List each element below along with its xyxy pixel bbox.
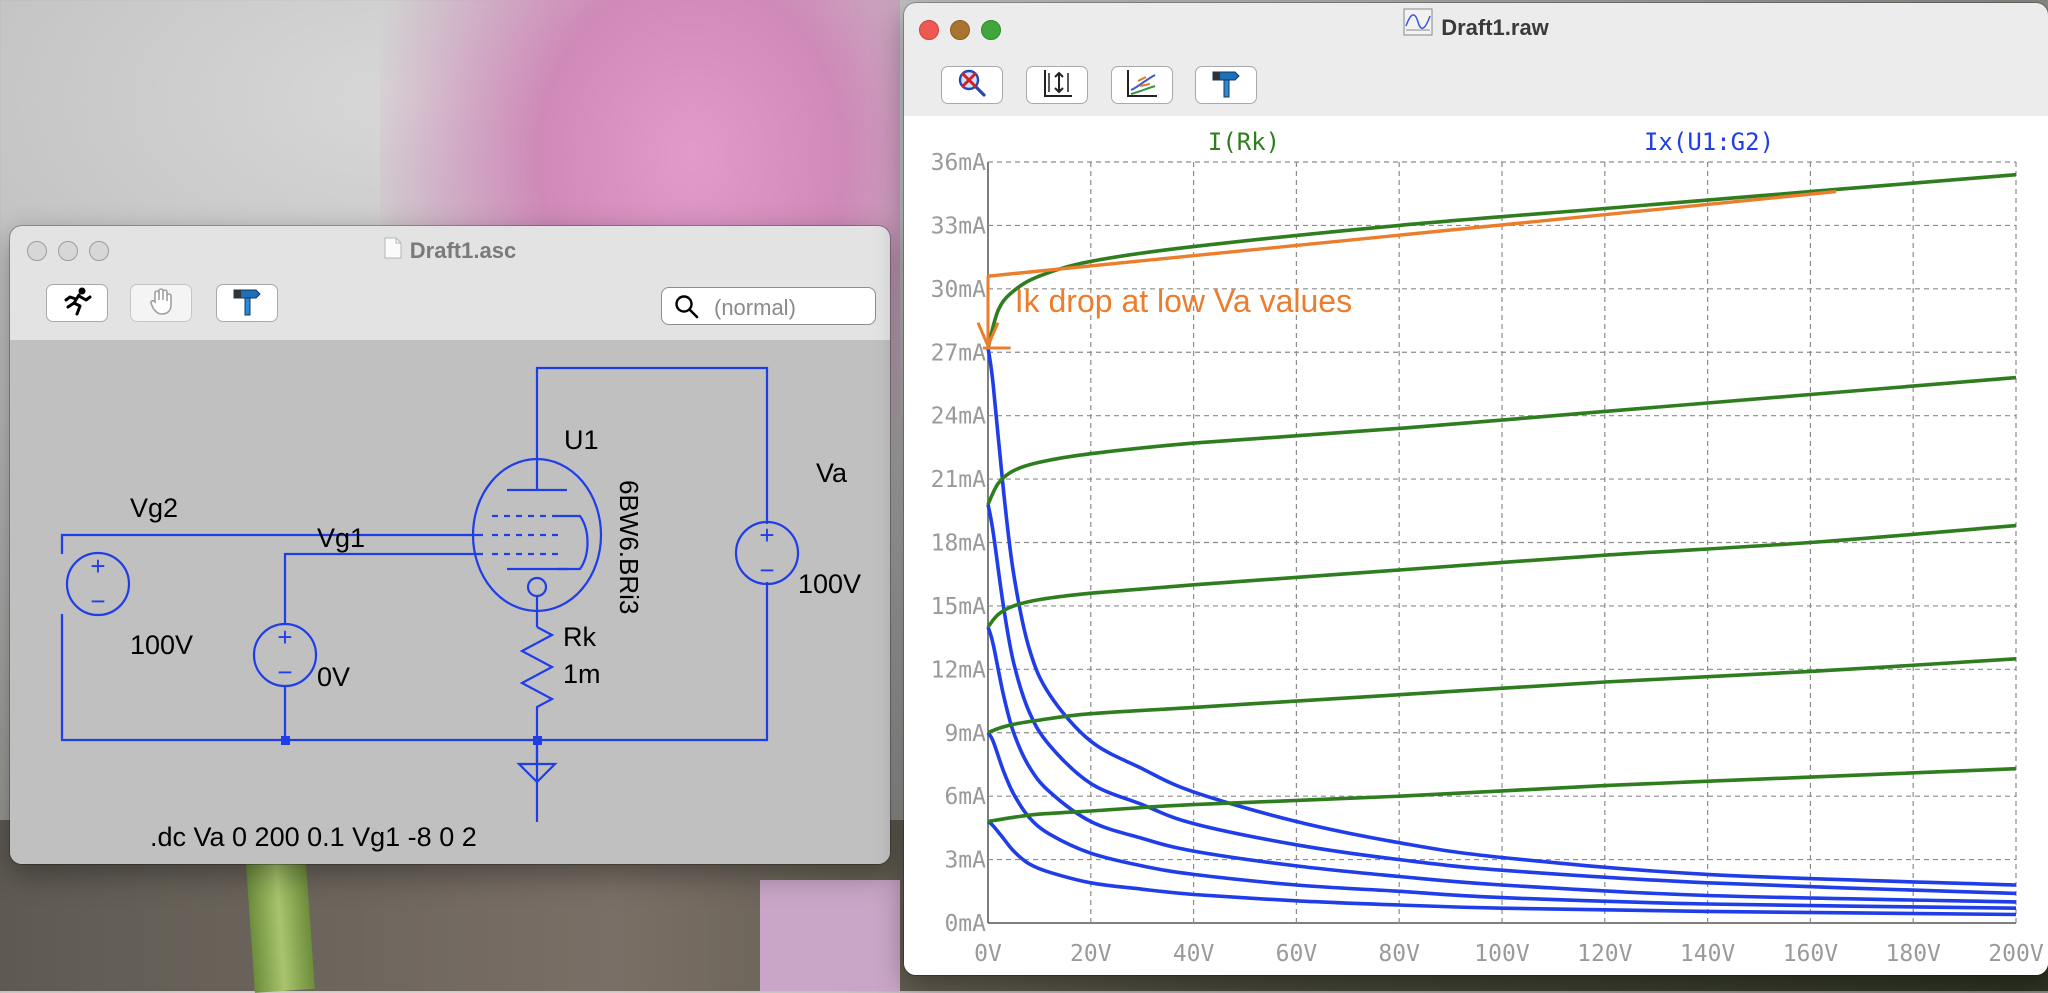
- minus-sign: −: [90, 586, 105, 616]
- y-tick-label: 15mA: [931, 594, 987, 620]
- x-tick-label: 180V: [1886, 941, 1942, 967]
- y-tick-label: 0mA: [944, 911, 986, 937]
- minus-sign: −: [277, 657, 292, 687]
- y-tick-label: 6mA: [944, 784, 986, 810]
- pick-trace-button[interactable]: [1111, 66, 1173, 104]
- x-tick-label: 140V: [1680, 941, 1736, 967]
- plus-sign: +: [277, 622, 292, 652]
- pick-trace-icon: [1124, 67, 1160, 104]
- run-icon: [60, 286, 94, 321]
- trace-label-ig2[interactable]: Ix(U1:G2): [1644, 128, 1774, 156]
- source-va[interactable]: + −: [734, 520, 800, 586]
- schematic-window-title: Draft1.asc: [409, 238, 517, 263]
- background-pink-patch: [760, 880, 900, 991]
- search-field[interactable]: (normal): [661, 287, 876, 325]
- x-tick-label: 40V: [1173, 941, 1215, 967]
- y-tick-label: 18mA: [931, 531, 987, 557]
- junction-dot: [533, 736, 542, 745]
- hammer-icon: [230, 285, 264, 322]
- annotation-trend-line: [987, 189, 1837, 278]
- wire-vg1-grid: [283, 552, 477, 625]
- vg1-value-label: 0V: [317, 662, 350, 692]
- zoom-cancel-button[interactable]: [941, 66, 1003, 104]
- minus-sign: −: [759, 555, 774, 585]
- y-tick-label: 21mA: [931, 467, 987, 493]
- settings-hammer-button[interactable]: [216, 284, 278, 322]
- plot-area[interactable]: 0V 20V 40V 60V 80V 100V 120V 140V 160V 180V 200V 0m…: [904, 116, 2048, 975]
- u1-model-label: 6BW6.BRi3: [614, 480, 644, 614]
- x-tick-label: 160V: [1783, 941, 1839, 967]
- hammer-icon: [1209, 67, 1243, 104]
- x-tick-label: 80V: [1378, 941, 1420, 967]
- waveform-chart[interactable]: 0V 20V 40V 60V 80V 100V 120V 140V 160V 180V 200V 0m…: [904, 116, 2048, 975]
- y-tick-label: 30mA: [931, 277, 987, 303]
- va-ref-label: Va: [816, 458, 848, 488]
- x-tick-label: 60V: [1276, 941, 1318, 967]
- vg2-value-label: 100V: [130, 630, 193, 660]
- pan-button[interactable]: [130, 284, 192, 322]
- y-tick-label: 24mA: [931, 404, 987, 430]
- y-tick-label: 33mA: [931, 213, 987, 239]
- autorange-button[interactable]: [1026, 66, 1088, 104]
- junction-dot: [281, 736, 290, 745]
- rk-ref-label: Rk: [563, 622, 596, 652]
- x-tick-label: 200V: [1988, 941, 2044, 967]
- waveform-window-title: Draft1.raw: [1441, 15, 1549, 40]
- source-vg2[interactable]: + −: [62, 551, 131, 617]
- y-tick-label: 3mA: [944, 848, 986, 874]
- vg2-ref-label: Vg2: [130, 493, 178, 523]
- y-tick-label: 12mA: [931, 657, 987, 683]
- u1-ref-label: U1: [564, 425, 599, 455]
- run-button[interactable]: [46, 284, 108, 322]
- trace-label-ik[interactable]: I(Rk): [1208, 128, 1280, 156]
- schematic-window: Draft1.asc (normal) + − + − + − U1 6BW6.…: [10, 226, 890, 864]
- y-tick-label: 36mA: [931, 150, 987, 176]
- vg1-ref-label: Vg1: [317, 523, 365, 553]
- waveform-file-icon: [1403, 4, 1433, 54]
- rk-value-label: 1m: [563, 659, 601, 689]
- vacuum-tube-u1[interactable]: [471, 457, 603, 613]
- wire-vg2-screen: [60, 533, 477, 554]
- schematic-canvas[interactable]: + − + − + − U1 6BW6.BRi3 Va 100V Vg2 100…: [10, 340, 890, 864]
- va-value-label: 100V: [798, 569, 861, 599]
- waveform-titlebar[interactable]: Draft1.raw: [904, 3, 2048, 53]
- x-tick-label: 120V: [1577, 941, 1633, 967]
- autorange-icon: [1039, 67, 1075, 104]
- x-tick-label: 20V: [1070, 941, 1112, 967]
- document-icon: [384, 227, 402, 277]
- y-tick-label: 9mA: [944, 721, 986, 747]
- background-stem: [245, 848, 315, 993]
- settings-hammer-button[interactable]: [1195, 66, 1257, 104]
- zoom-cancel-icon: [954, 67, 990, 104]
- y-tick-label: 27mA: [931, 340, 987, 366]
- hand-icon: [146, 286, 176, 321]
- plus-sign: +: [90, 551, 105, 581]
- schematic-titlebar[interactable]: Draft1.asc: [10, 226, 890, 276]
- waveform-window: Draft1.raw 0V 20V 40V 60V 80V 100V 120V 140: [904, 3, 2048, 975]
- schematic-drawing[interactable]: + − + − + − U1 6BW6.BRi3 Va 100V Vg2 100…: [10, 340, 890, 864]
- search-placeholder: (normal): [714, 295, 796, 320]
- annotation-text: Ik drop at low Va values: [1015, 283, 1352, 319]
- search-icon: [674, 294, 700, 325]
- plus-sign: +: [759, 520, 774, 550]
- x-tick-label: 0V: [974, 941, 1002, 967]
- source-vg1[interactable]: + −: [252, 622, 318, 688]
- resistor-rk[interactable]: [519, 626, 555, 715]
- x-tick-label: 100V: [1474, 941, 1530, 967]
- spice-directive[interactable]: .dc Va 0 200 0.1 Vg1 -8 0 2: [150, 822, 477, 852]
